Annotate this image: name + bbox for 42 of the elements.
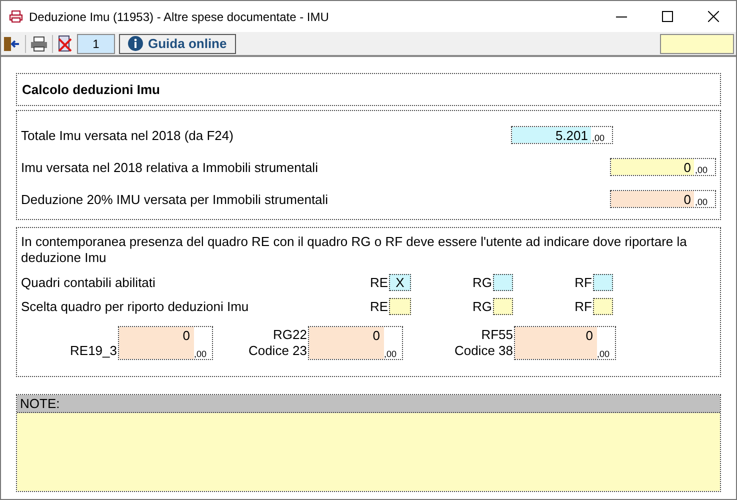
amount-field[interactable]: 0 ,00 — [610, 190, 716, 208]
check-box[interactable] — [593, 274, 613, 290]
exit-door-icon[interactable] — [3, 36, 21, 52]
printer-icon — [9, 10, 23, 23]
field-label: Quadri contabili abilitati — [21, 274, 156, 290]
amount-field[interactable]: 0 ,00 — [118, 326, 213, 360]
amount-field[interactable]: 0 ,00 — [610, 158, 716, 176]
help-button[interactable]: Guida online — [119, 34, 236, 54]
field-label: RG22 — [273, 327, 307, 343]
page-number-field[interactable]: 1 — [77, 34, 115, 54]
field-label: Imu versata nel 2018 relativa a Immobili strumentali — [21, 160, 319, 174]
section-title: Calcolo deduzioni Imu — [21, 81, 161, 99]
box-label: RE — [368, 274, 389, 290]
delete-document-icon[interactable] — [57, 35, 73, 52]
printer-icon[interactable] — [30, 36, 48, 52]
check-box[interactable] — [593, 298, 613, 314]
amount-field[interactable]: 0 ,00 — [308, 326, 403, 360]
notes-field[interactable]: NOTE: — [16, 394, 721, 492]
box-label: RG — [472, 274, 493, 290]
box-label: RF — [574, 274, 593, 290]
box-label: RE — [368, 298, 389, 314]
field-label: Totale Imu versata nel 2018 (da F24) — [21, 128, 234, 142]
check-box[interactable] — [389, 298, 411, 314]
info-text: In contemporanea presenza del quadro RE con il quadro RG o RF deve essere l'utente ad indicare dove riportare la deduzione Imu — [21, 234, 688, 266]
amount-field[interactable]: 5.201 ,00 — [511, 126, 613, 144]
box-label: RG — [472, 298, 493, 314]
input-field[interactable] — [660, 34, 734, 54]
window-title: Deduzione Imu (11953) - Altre spese documentate - IMU — [29, 10, 330, 24]
check-box[interactable] — [493, 298, 513, 314]
check-box[interactable] — [493, 274, 513, 290]
field-label: Scelta quadro per riporto deduzioni Imu — [21, 298, 250, 314]
field-label: Deduzione 20% IMU versata per Immobili strumentali — [21, 192, 330, 206]
check-box[interactable]: X — [389, 274, 411, 290]
box-label: RF — [574, 298, 593, 314]
amount-field[interactable]: 0 ,00 — [514, 326, 616, 360]
field-label: Codice 23 — [248, 343, 307, 359]
close-icon — [708, 11, 718, 22]
field-label: Codice 38 — [454, 343, 513, 359]
maximize-icon — [662, 11, 672, 22]
field-label: RF55 — [481, 327, 513, 343]
field-label: RE19_3 — [70, 343, 117, 359]
info-icon — [128, 36, 143, 51]
